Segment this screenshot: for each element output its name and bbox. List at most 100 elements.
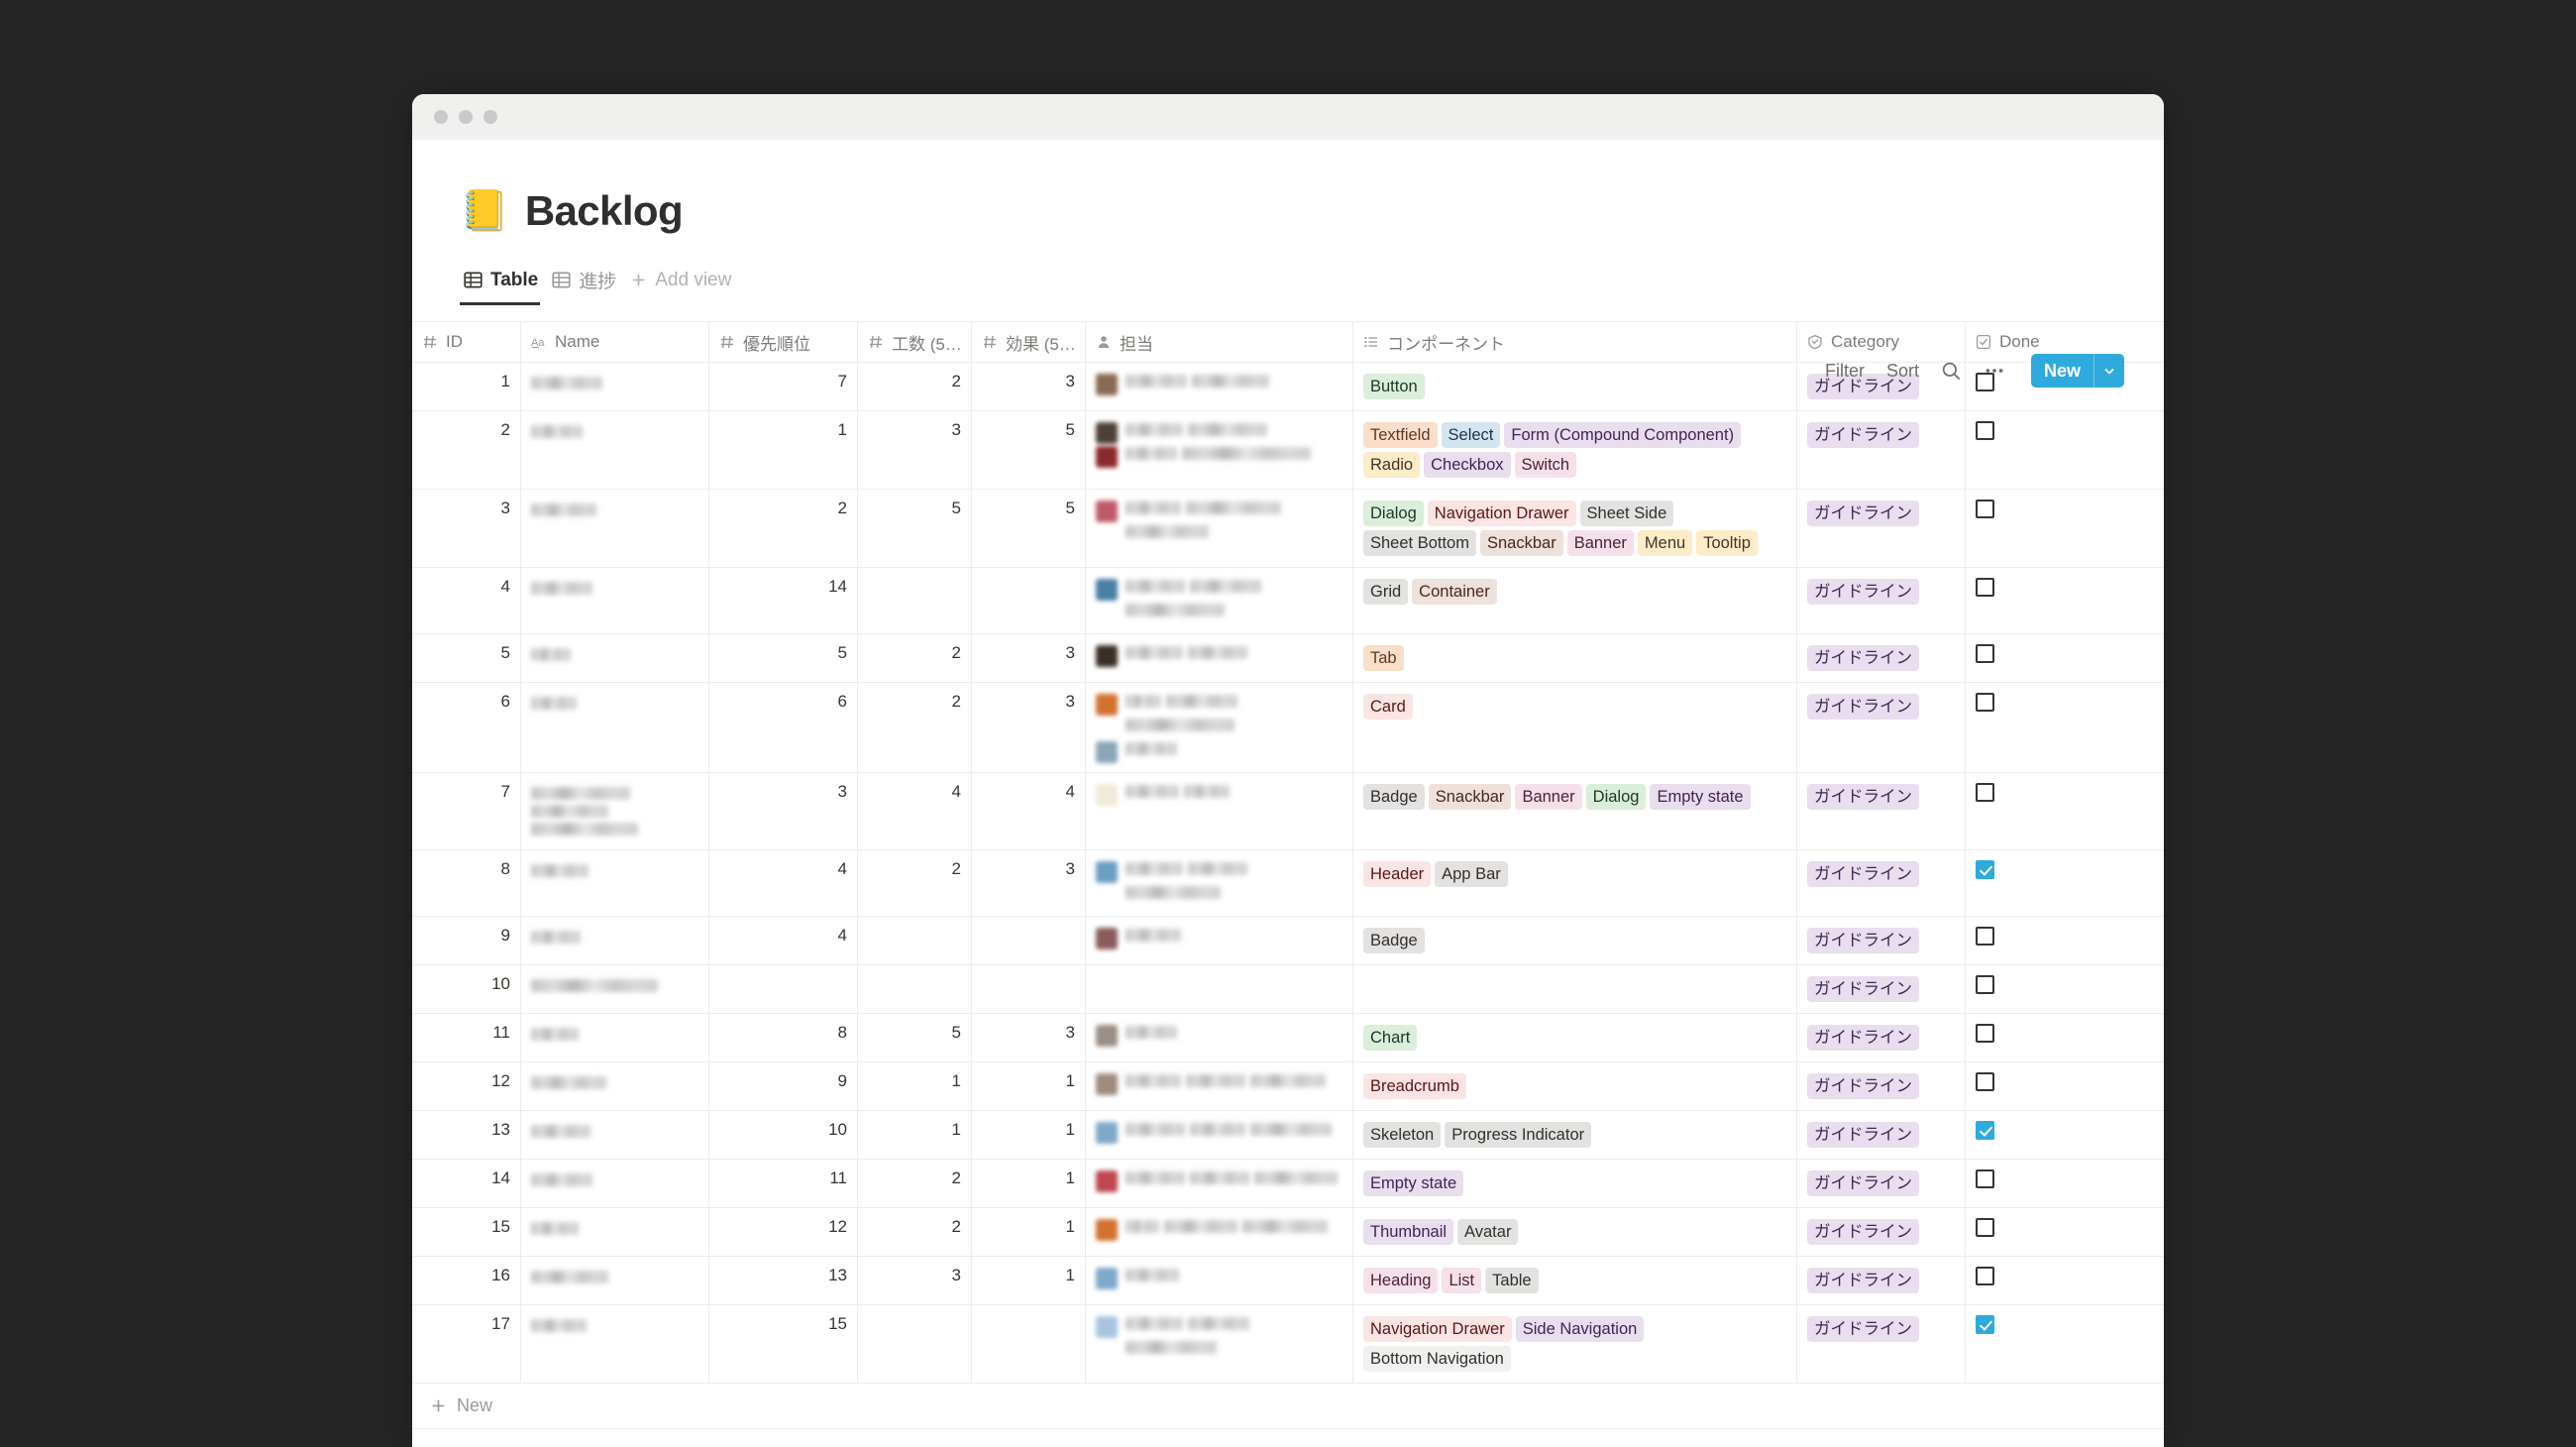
cell-kouka[interactable]: 3 (972, 634, 1086, 682)
cell-kouka[interactable]: 3 (972, 1014, 1086, 1061)
cell-id[interactable]: 11 (412, 1014, 521, 1061)
cell-pri[interactable]: 12 (709, 1208, 858, 1256)
table-row[interactable]: 10 ガイドライン (412, 965, 2164, 1014)
cell-name[interactable] (521, 363, 709, 410)
cell-comp[interactable]: Skeleton Progress Indicator (1353, 1111, 1797, 1159)
cell-name[interactable] (521, 411, 709, 489)
table-row[interactable]: 8 4 2 3 Header App Bar ガイドライン (412, 850, 2164, 917)
cell-id[interactable]: 12 (412, 1062, 521, 1110)
component-tag[interactable]: Empty state (1650, 784, 1751, 810)
cell-tanto[interactable] (1086, 1160, 1353, 1207)
cell-comp[interactable]: Breadcrumb (1353, 1062, 1797, 1110)
cell-kosu[interactable]: 5 (858, 490, 972, 567)
done-checkbox[interactable] (1976, 1169, 1994, 1189)
chevron-down-icon[interactable] (2093, 354, 2124, 388)
component-tag[interactable]: Switch (1514, 452, 1577, 478)
cell-kosu[interactable]: 2 (858, 1160, 972, 1207)
cell-pri[interactable]: 10 (709, 1111, 858, 1159)
cell-done[interactable] (1966, 1208, 2164, 1256)
cell-pri[interactable]: 13 (709, 1257, 858, 1304)
cell-cat[interactable]: ガイドライン (1797, 1160, 1966, 1207)
table-row[interactable]: 11 8 5 3 Chart ガイドライン (412, 1014, 2164, 1062)
cell-tanto[interactable] (1086, 1305, 1353, 1383)
cell-name[interactable] (521, 568, 709, 633)
cell-cat[interactable]: ガイドライン (1797, 1014, 1966, 1061)
component-tag[interactable]: Card (1363, 694, 1413, 720)
component-tag[interactable]: Avatar (1457, 1219, 1519, 1245)
category-tag[interactable]: ガイドライン (1807, 784, 1919, 810)
cell-id[interactable]: 5 (412, 634, 521, 682)
cell-tanto[interactable] (1086, 1257, 1353, 1304)
table-row[interactable]: 13 10 1 1 Skeleton Progress Indicator ガイドライン (412, 1111, 2164, 1160)
cell-id[interactable]: 4 (412, 568, 521, 633)
cell-comp[interactable]: Card (1353, 683, 1797, 772)
cell-id[interactable]: 8 (412, 850, 521, 916)
cell-pri[interactable]: 4 (709, 850, 858, 916)
table-row[interactable]: 3 2 5 5 Dialog Navigation Drawer Sheet Side She… (412, 490, 2164, 568)
cell-name[interactable] (521, 1111, 709, 1159)
cell-kosu[interactable] (858, 568, 972, 633)
component-tag[interactable]: Form (Compound Component) (1504, 422, 1742, 448)
cell-kosu[interactable]: 3 (858, 1257, 972, 1304)
cell-name[interactable] (521, 1014, 709, 1061)
table-row[interactable]: 12 9 1 1 Breadcrumb ガイドライン (412, 1062, 2164, 1111)
cell-kouka[interactable]: 1 (972, 1111, 1086, 1159)
component-tag[interactable]: Button (1363, 374, 1425, 399)
cell-done[interactable] (1966, 1014, 2164, 1061)
component-tag[interactable]: Textfield (1363, 422, 1438, 448)
close-button[interactable] (434, 110, 448, 124)
column-header-kosu[interactable]: 工数 (5… (858, 322, 972, 362)
table-row[interactable]: 7 3 4 4 Badge Snackbar Banner Dialog Empty state… (412, 773, 2164, 850)
done-checkbox[interactable] (1976, 1024, 1994, 1044)
cell-comp[interactable]: Chart (1353, 1014, 1797, 1061)
cell-pri[interactable]: 1 (709, 411, 858, 489)
cell-comp[interactable]: Button (1353, 363, 1797, 410)
cell-kosu[interactable]: 2 (858, 850, 972, 916)
category-tag[interactable]: ガイドライン (1807, 861, 1919, 887)
cell-kouka[interactable]: 1 (972, 1208, 1086, 1256)
table-row[interactable]: 17 15 Navigation Drawer Side Navigation Bott… (412, 1305, 2164, 1384)
cell-kosu[interactable]: 5 (858, 1014, 972, 1061)
category-tag[interactable]: ガイドライン (1807, 645, 1919, 671)
cell-kosu[interactable]: 1 (858, 1062, 972, 1110)
done-checkbox[interactable] (1976, 1121, 1994, 1141)
cell-tanto[interactable] (1086, 773, 1353, 849)
cell-kosu[interactable] (858, 965, 972, 1013)
category-tag[interactable]: ガイドライン (1807, 1122, 1919, 1148)
cell-done[interactable] (1966, 965, 2164, 1013)
component-tag[interactable]: Container (1412, 579, 1497, 605)
page-title[interactable]: Backlog (525, 187, 684, 235)
cell-done[interactable] (1966, 1305, 2164, 1383)
done-checkbox[interactable] (1976, 1267, 1994, 1286)
cell-done[interactable] (1966, 1111, 2164, 1159)
table-row[interactable]: 9 4 Badge ガイドライン (412, 917, 2164, 965)
cell-tanto[interactable] (1086, 965, 1353, 1013)
cell-kouka[interactable]: 3 (972, 363, 1086, 410)
component-tag[interactable]: Heading (1363, 1268, 1439, 1293)
component-tag[interactable]: Empty state (1363, 1170, 1464, 1196)
cell-name[interactable] (521, 490, 709, 567)
done-checkbox[interactable] (1976, 860, 1994, 880)
cell-kouka[interactable]: 5 (972, 490, 1086, 567)
cell-cat[interactable]: ガイドライン (1797, 568, 1966, 633)
cell-kouka[interactable]: 1 (972, 1062, 1086, 1110)
cell-cat[interactable]: ガイドライン (1797, 1208, 1966, 1256)
component-tag[interactable]: Snackbar (1428, 784, 1512, 810)
new-button[interactable]: New (2030, 354, 2124, 388)
cell-comp[interactable]: Empty state (1353, 1160, 1797, 1207)
done-checkbox[interactable] (1976, 975, 1994, 995)
category-tag[interactable]: ガイドライン (1807, 976, 1919, 1002)
component-tag[interactable]: Navigation Drawer (1363, 1316, 1512, 1342)
cell-name[interactable] (521, 917, 709, 964)
cell-kosu[interactable]: 3 (858, 411, 972, 489)
cell-cat[interactable]: ガイドライン (1797, 683, 1966, 772)
cell-kosu[interactable]: 1 (858, 1111, 972, 1159)
cell-tanto[interactable] (1086, 568, 1353, 633)
cell-kosu[interactable]: 2 (858, 683, 972, 772)
component-tag[interactable]: Tab (1363, 645, 1404, 671)
category-tag[interactable]: ガイドライン (1807, 928, 1919, 953)
cell-kosu[interactable] (858, 917, 972, 964)
cell-kouka[interactable] (972, 568, 1086, 633)
cell-kouka[interactable]: 1 (972, 1257, 1086, 1304)
category-tag[interactable]: ガイドライン (1807, 1268, 1919, 1293)
